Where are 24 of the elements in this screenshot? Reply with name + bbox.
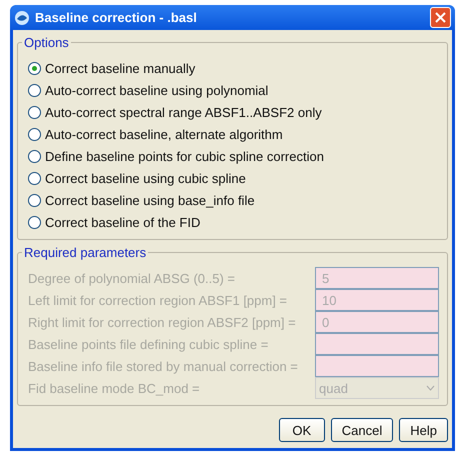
window-title: Baseline correction - .basl — [35, 10, 198, 25]
dialog-button[interactable]: OK — [278, 418, 325, 442]
field-label: Fid baseline mode BC_mod = — [28, 380, 200, 396]
caret-icon — [426, 385, 435, 391]
field-label: Degree of polynomial ABSG (0..5) = — [28, 270, 236, 286]
dialog-button[interactable]: Cancel — [330, 418, 394, 442]
radio-option[interactable]: Correct baseline using base_info file — [28, 189, 439, 211]
group-title: Required parameters — [22, 245, 148, 260]
group-title: Options — [22, 35, 71, 50]
close-button[interactable] — [430, 7, 451, 28]
dialog-button[interactable]: Help — [399, 418, 448, 442]
app-icon — [14, 10, 30, 26]
field-label: Baseline points file defining cubic spline = — [28, 336, 268, 352]
field-label: Left limit for correction region ABSF1 [ppm] = — [28, 292, 288, 308]
radio-option[interactable]: Correct baseline of the FID — [28, 211, 439, 233]
radio-option[interactable]: Define baseline points for cubic spline correction — [28, 145, 439, 167]
radio-option[interactable]: Auto-correct spectral range ABSF1..ABSF2 only — [28, 101, 439, 123]
radio-option[interactable]: Correct baseline manually — [28, 57, 439, 79]
field-label: Right limit for correction region ABSF2 [ppm] = — [28, 314, 296, 330]
radio-option[interactable]: Auto-correct baseline, alternate algorithm — [28, 123, 439, 145]
field-label: Baseline info file stored by manual correction = — [28, 358, 298, 374]
close-icon — [435, 12, 446, 23]
radio-option[interactable]: Correct baseline using cubic spline — [28, 167, 439, 189]
radio-option[interactable]: Auto-correct baseline using polynomial — [28, 79, 439, 101]
